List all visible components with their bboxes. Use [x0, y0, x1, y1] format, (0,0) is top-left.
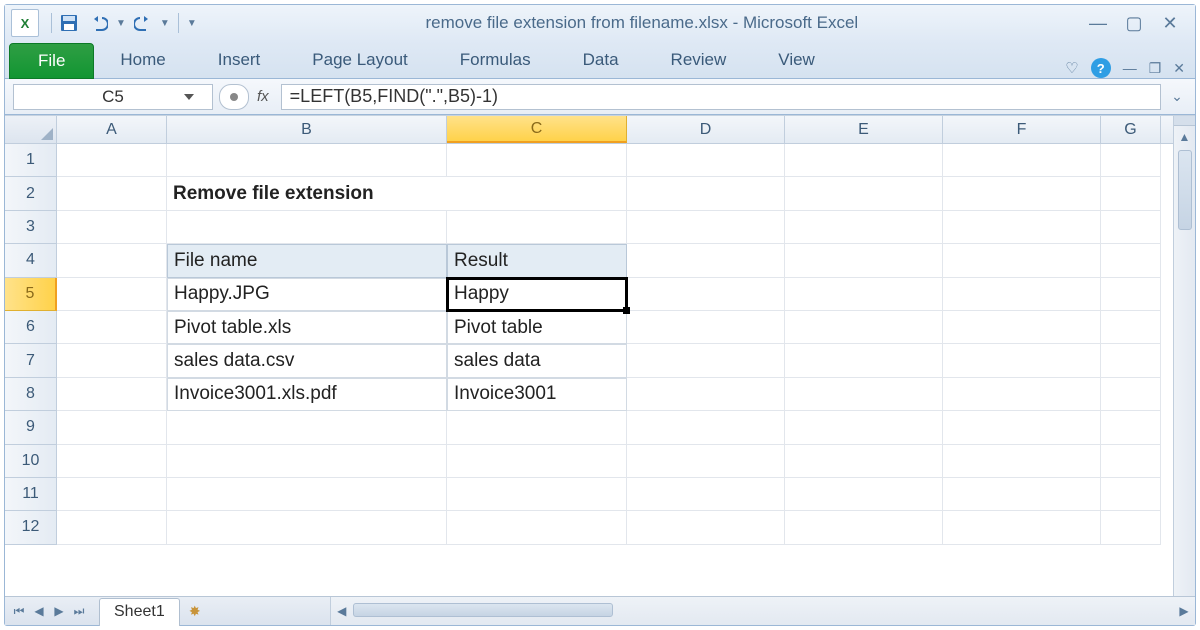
- fx-button-group[interactable]: [219, 84, 249, 110]
- undo-button[interactable]: [86, 10, 112, 36]
- row-headers: 1 2 3 4 5 6 7 8 9 10 11 12: [5, 144, 57, 596]
- cell-B8[interactable]: Invoice3001.xls.pdf: [167, 378, 447, 411]
- file-tab[interactable]: File: [9, 43, 94, 79]
- tab-data[interactable]: Data: [557, 42, 645, 78]
- row-header-9[interactable]: 9: [5, 411, 57, 444]
- scroll-up-icon[interactable]: ▲: [1174, 126, 1195, 148]
- column-headers: A B C D E F G: [5, 116, 1195, 144]
- first-sheet-icon[interactable]: ⏮: [11, 604, 27, 619]
- excel-window: X ▼ ▼ ▼ remove file extension from filen…: [4, 4, 1196, 626]
- cell-C8[interactable]: Invoice3001: [447, 378, 627, 411]
- new-sheet-icon[interactable]: ✸: [180, 597, 210, 625]
- prev-sheet-icon[interactable]: ◀: [31, 604, 47, 618]
- quick-access-toolbar: ▼ ▼ ▼: [56, 10, 197, 36]
- formula-input[interactable]: =LEFT(B5,FIND(".",B5)-1): [281, 84, 1161, 110]
- sheet-nav: ⏮ ◀ ▶ ⏭: [5, 597, 93, 625]
- row-header-2[interactable]: 2: [5, 177, 57, 210]
- hscroll-thumb[interactable]: [353, 603, 613, 617]
- redo-button[interactable]: [130, 10, 156, 36]
- cell-title[interactable]: Remove file extension: [167, 177, 627, 210]
- fx-dot-icon: [230, 93, 238, 101]
- col-header-G[interactable]: G: [1101, 116, 1161, 143]
- tab-home[interactable]: Home: [94, 42, 191, 78]
- row-header-12[interactable]: 12: [5, 511, 57, 544]
- tab-view[interactable]: View: [752, 42, 841, 78]
- name-box[interactable]: C5: [13, 84, 213, 110]
- row-header-8[interactable]: 8: [5, 378, 57, 411]
- cell-header-filename[interactable]: File name: [167, 244, 447, 277]
- scroll-left-icon[interactable]: ◀: [331, 604, 353, 618]
- row-header-3[interactable]: 3: [5, 211, 57, 244]
- cells[interactable]: Remove file extension File name Result H…: [57, 144, 1195, 596]
- select-all-corner[interactable]: [5, 116, 57, 143]
- window-title: remove file extension from filename.xlsx…: [197, 13, 1087, 33]
- formula-bar: C5 fx =LEFT(B5,FIND(".",B5)-1) ⌄: [5, 79, 1195, 115]
- tab-page-layout[interactable]: Page Layout: [286, 42, 433, 78]
- worksheet-grid: A B C D E F G 1 2 3 4 5 6 7 8 9 10 11 12: [5, 115, 1195, 596]
- tab-review[interactable]: Review: [645, 42, 753, 78]
- sheet-tab-bar: ⏮ ◀ ▶ ⏭ Sheet1 ✸ ◀ ▶: [5, 596, 1195, 625]
- row-header-7[interactable]: 7: [5, 344, 57, 377]
- title-bar: X ▼ ▼ ▼ remove file extension from filen…: [5, 5, 1195, 41]
- maximize-button[interactable]: ▢: [1123, 13, 1145, 34]
- col-header-E[interactable]: E: [785, 116, 943, 143]
- next-sheet-icon[interactable]: ▶: [51, 604, 67, 618]
- cell-B7[interactable]: sales data.csv: [167, 344, 447, 377]
- row-header-1[interactable]: 1: [5, 144, 57, 177]
- doc-restore-icon[interactable]: ❐: [1149, 60, 1162, 77]
- qat-customize-icon[interactable]: ▼: [187, 18, 197, 29]
- help-icon[interactable]: ?: [1091, 58, 1111, 78]
- separator: [178, 13, 179, 33]
- col-header-B[interactable]: B: [167, 116, 447, 143]
- scroll-thumb[interactable]: [1178, 150, 1192, 230]
- col-header-D[interactable]: D: [627, 116, 785, 143]
- excel-app-icon: X: [11, 9, 39, 37]
- split-handle[interactable]: [1174, 116, 1195, 126]
- ribbon-tabs: File Home Insert Page Layout Formulas Da…: [5, 41, 1195, 79]
- cell-C6[interactable]: Pivot table: [447, 311, 627, 344]
- row-header-4[interactable]: 4: [5, 244, 57, 277]
- row-header-11[interactable]: 11: [5, 478, 57, 511]
- tab-formulas[interactable]: Formulas: [434, 42, 557, 78]
- row-header-5[interactable]: 5: [5, 278, 57, 311]
- close-button[interactable]: ✕: [1159, 13, 1181, 34]
- col-header-A[interactable]: A: [57, 116, 167, 143]
- row-header-10[interactable]: 10: [5, 445, 57, 478]
- cell-B6[interactable]: Pivot table.xls: [167, 311, 447, 344]
- horizontal-scrollbar[interactable]: ◀ ▶: [330, 597, 1195, 625]
- window-controls: ― ▢ ✕: [1087, 13, 1189, 34]
- redo-dropdown-icon[interactable]: ▼: [160, 18, 170, 29]
- minimize-button[interactable]: ―: [1087, 13, 1109, 34]
- undo-dropdown-icon[interactable]: ▼: [116, 18, 126, 29]
- cell-C5[interactable]: Happy: [447, 278, 627, 311]
- sheet-tab-sheet1[interactable]: Sheet1: [99, 598, 180, 626]
- fx-icon[interactable]: fx: [257, 88, 269, 105]
- cell-C7[interactable]: sales data: [447, 344, 627, 377]
- formula-bar-expand-icon[interactable]: ⌄: [1167, 88, 1187, 105]
- doc-minimize-icon[interactable]: ―: [1123, 60, 1137, 76]
- cell-B5[interactable]: Happy.JPG: [167, 278, 447, 311]
- ribbon-minimize-icon[interactable]: ♡: [1065, 59, 1078, 77]
- vertical-scrollbar[interactable]: ▲: [1173, 116, 1195, 596]
- cell-header-result[interactable]: Result: [447, 244, 627, 277]
- separator: [51, 13, 52, 33]
- col-header-F[interactable]: F: [943, 116, 1101, 143]
- row-header-6[interactable]: 6: [5, 311, 57, 344]
- col-header-C[interactable]: C: [447, 116, 627, 143]
- tab-insert[interactable]: Insert: [192, 42, 287, 78]
- scroll-right-icon[interactable]: ▶: [1173, 604, 1195, 618]
- doc-close-icon[interactable]: ✕: [1173, 60, 1185, 77]
- last-sheet-icon[interactable]: ⏭: [71, 604, 87, 619]
- save-button[interactable]: [56, 10, 82, 36]
